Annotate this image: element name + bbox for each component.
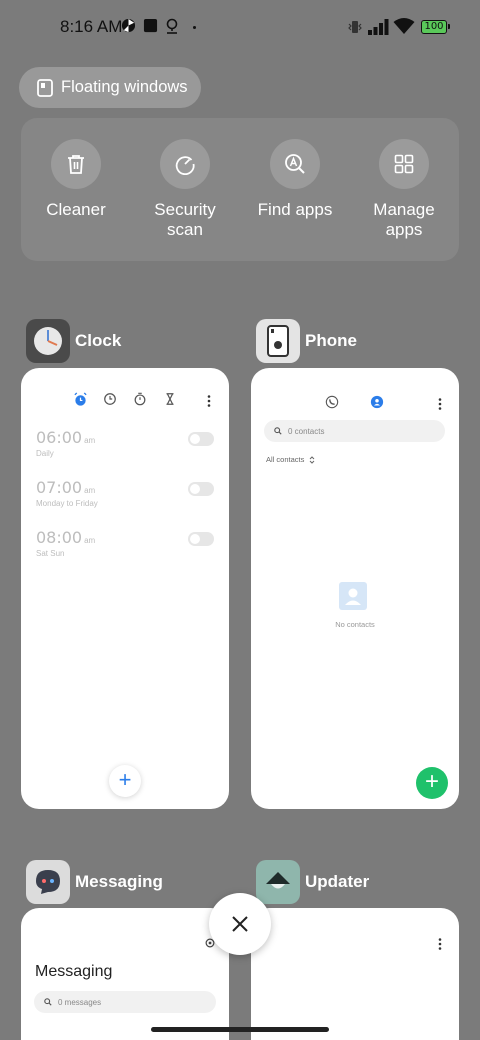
search-icon: [274, 427, 282, 435]
clock-face-icon: [34, 327, 62, 355]
cleaner-icon-circle: [51, 139, 101, 189]
floating-windows-button[interactable]: Floating windows: [19, 67, 201, 108]
alarm-toggle[interactable]: [188, 532, 214, 546]
security-scan-button[interactable]: Security scan: [135, 139, 235, 240]
square-app-icon: [143, 18, 158, 33]
alarm-repeat: Monday to Friday: [36, 499, 98, 508]
alarm-ampm: am: [84, 486, 96, 495]
phone-app-card[interactable]: 0 contacts All contacts No contacts +: [251, 368, 459, 809]
call-log-tab-icon[interactable]: [325, 395, 339, 409]
floating-windows-label: Floating windows: [61, 78, 188, 96]
magnify-a-icon: [285, 154, 305, 174]
world-clock-tab-icon[interactable]: [103, 392, 117, 406]
manage-apps-icon-circle: [379, 139, 429, 189]
manage-apps-button[interactable]: Manage apps: [354, 139, 454, 240]
pinwheel-icon: [121, 18, 136, 33]
messages-search-placeholder: 0 messages: [58, 997, 102, 1007]
alarm-toggle[interactable]: [188, 432, 214, 446]
updater-app-header[interactable]: Updater: [256, 860, 369, 904]
updater-app-card[interactable]: [251, 908, 459, 1040]
security-scan-icon-circle: [160, 139, 210, 189]
floating-window-icon: [37, 78, 53, 97]
timer-tab-icon[interactable]: [163, 392, 177, 406]
location-pin-icon: [166, 18, 178, 34]
messaging-app-card[interactable]: Messaging 0 messages: [21, 908, 229, 1040]
phone-app-name: Phone: [305, 331, 357, 350]
phone-handset-icon: [267, 325, 289, 357]
updater-app-name: Updater: [305, 872, 370, 891]
security-scan-label: Security scan: [154, 200, 216, 239]
phone-app-header[interactable]: Phone: [256, 319, 357, 363]
contacts-search-bar[interactable]: 0 contacts: [264, 420, 445, 442]
wifi-icon: [393, 18, 415, 34]
alarm-row[interactable]: 07:00 am Monday to Friday: [36, 478, 214, 508]
search-icon: [44, 998, 52, 1006]
clock-tabs: [21, 390, 229, 410]
clock-app-icon: [26, 319, 70, 363]
cleaner-label: Cleaner: [46, 200, 106, 219]
phone-app-icon: [256, 319, 300, 363]
find-apps-label: Find apps: [257, 200, 333, 219]
close-all-button[interactable]: [209, 893, 271, 955]
empty-contacts-icon: [339, 582, 367, 610]
grid-icon: [394, 154, 414, 174]
status-time: 8:16 AM: [60, 17, 123, 36]
cleaner-button[interactable]: Cleaner: [26, 139, 126, 220]
clock-app-name: Clock: [75, 331, 122, 350]
add-alarm-button[interactable]: +: [109, 765, 141, 797]
contacts-filter-label: All contacts: [266, 455, 305, 464]
more-options-icon[interactable]: [437, 397, 443, 411]
alarm-ampm: am: [84, 436, 96, 445]
alarm-ampm: am: [84, 536, 96, 545]
alarm-toggle[interactable]: [188, 482, 214, 496]
contacts-filter-dropdown[interactable]: All contacts: [266, 455, 315, 464]
add-contact-button[interactable]: +: [416, 767, 448, 799]
quick-actions-panel: Cleaner Security scan Find apps Manage a…: [21, 118, 459, 261]
no-contacts-label: No contacts: [335, 620, 375, 629]
find-apps-button[interactable]: Find apps: [245, 139, 345, 220]
messaging-title: Messaging: [35, 963, 113, 980]
contacts-tab-icon[interactable]: [370, 395, 384, 409]
find-apps-icon-circle: [270, 139, 320, 189]
home-indicator[interactable]: [151, 1027, 329, 1032]
alarm-repeat: Sat Sun: [36, 549, 65, 558]
alarm-row[interactable]: 06:00 am Daily: [36, 428, 214, 458]
clock-app-card[interactable]: 06:00 am Daily 07:00 am Monday to Friday 0…: [21, 368, 229, 809]
gauge-icon: [175, 156, 195, 175]
messaging-app-icon: [26, 860, 70, 904]
messaging-app-name: Messaging: [75, 872, 163, 891]
signal-icon: [368, 19, 389, 35]
alarm-time: 06:00: [36, 428, 83, 447]
alarm-time: 08:00: [36, 528, 83, 547]
contacts-search-placeholder: 0 contacts: [288, 426, 325, 436]
trash-icon: [68, 155, 84, 174]
notification-dot: [193, 26, 196, 29]
close-icon: [232, 916, 248, 932]
updater-app-icon: [256, 860, 300, 904]
alarm-repeat: Daily: [36, 449, 54, 458]
more-options-icon[interactable]: [206, 394, 212, 408]
chevron-updown-icon: [310, 455, 315, 464]
stopwatch-tab-icon[interactable]: [133, 392, 147, 406]
messaging-app-header[interactable]: Messaging: [26, 860, 163, 904]
battery-icon: 100: [421, 20, 450, 34]
chat-bubble-icon: [36, 870, 60, 894]
messages-search-bar[interactable]: 0 messages: [34, 991, 216, 1013]
alarm-time: 07:00: [36, 478, 83, 497]
vibrate-icon: [348, 21, 362, 33]
clock-app-header[interactable]: Clock: [26, 319, 121, 363]
upload-arrow-icon: [266, 872, 290, 889]
manage-apps-label: Manage apps: [373, 200, 435, 239]
alarm-row[interactable]: 08:00 am Sat Sun: [36, 528, 214, 558]
alarm-tab-icon[interactable]: [73, 392, 88, 407]
status-bar: 8:16 AM 100: [0, 0, 480, 56]
more-options-icon[interactable]: [437, 937, 443, 951]
